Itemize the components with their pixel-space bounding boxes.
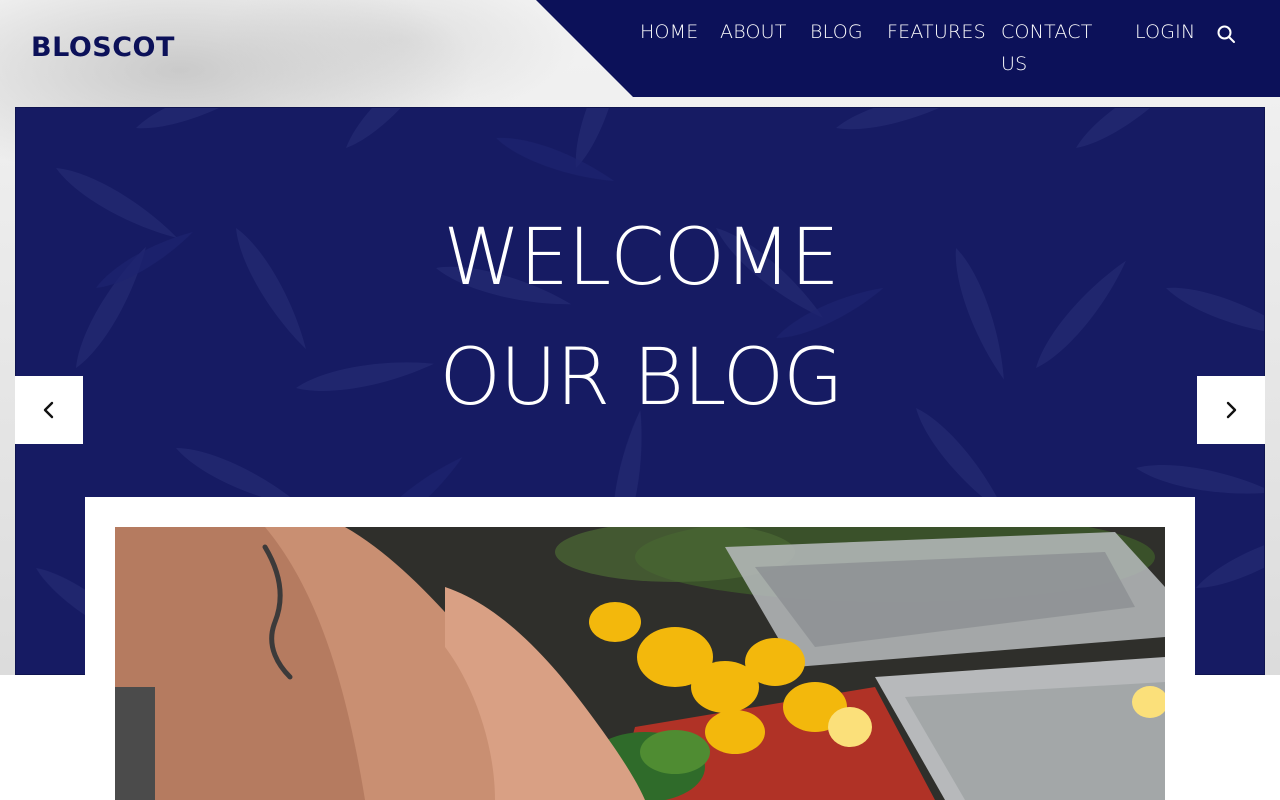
slider-next-button[interactable] [1197, 376, 1265, 444]
nav-features[interactable]: FEATURES [887, 16, 986, 48]
hero-title-line-2: OUR BLOG [439, 333, 843, 423]
slider-prev-button[interactable] [15, 376, 83, 444]
featured-post-card[interactable] [85, 497, 1195, 800]
main-nav: HOME ABOUT BLOG FEATURES CONTACT US LOGI… [0, 16, 1280, 96]
search-icon[interactable] [1216, 24, 1236, 44]
nav-contact-us[interactable]: CONTACT US [1001, 16, 1101, 80]
chevron-left-icon [43, 401, 54, 419]
nav-about[interactable]: ABOUT [720, 16, 787, 48]
nav-home[interactable]: HOME [640, 16, 698, 48]
chevron-right-icon [1226, 401, 1237, 419]
nav-login[interactable]: LOGIN [1135, 16, 1195, 48]
hero-title-line-1: WELCOME [443, 213, 839, 303]
featured-post-image[interactable] [115, 527, 1165, 800]
nav-blog[interactable]: BLOG [810, 16, 863, 48]
